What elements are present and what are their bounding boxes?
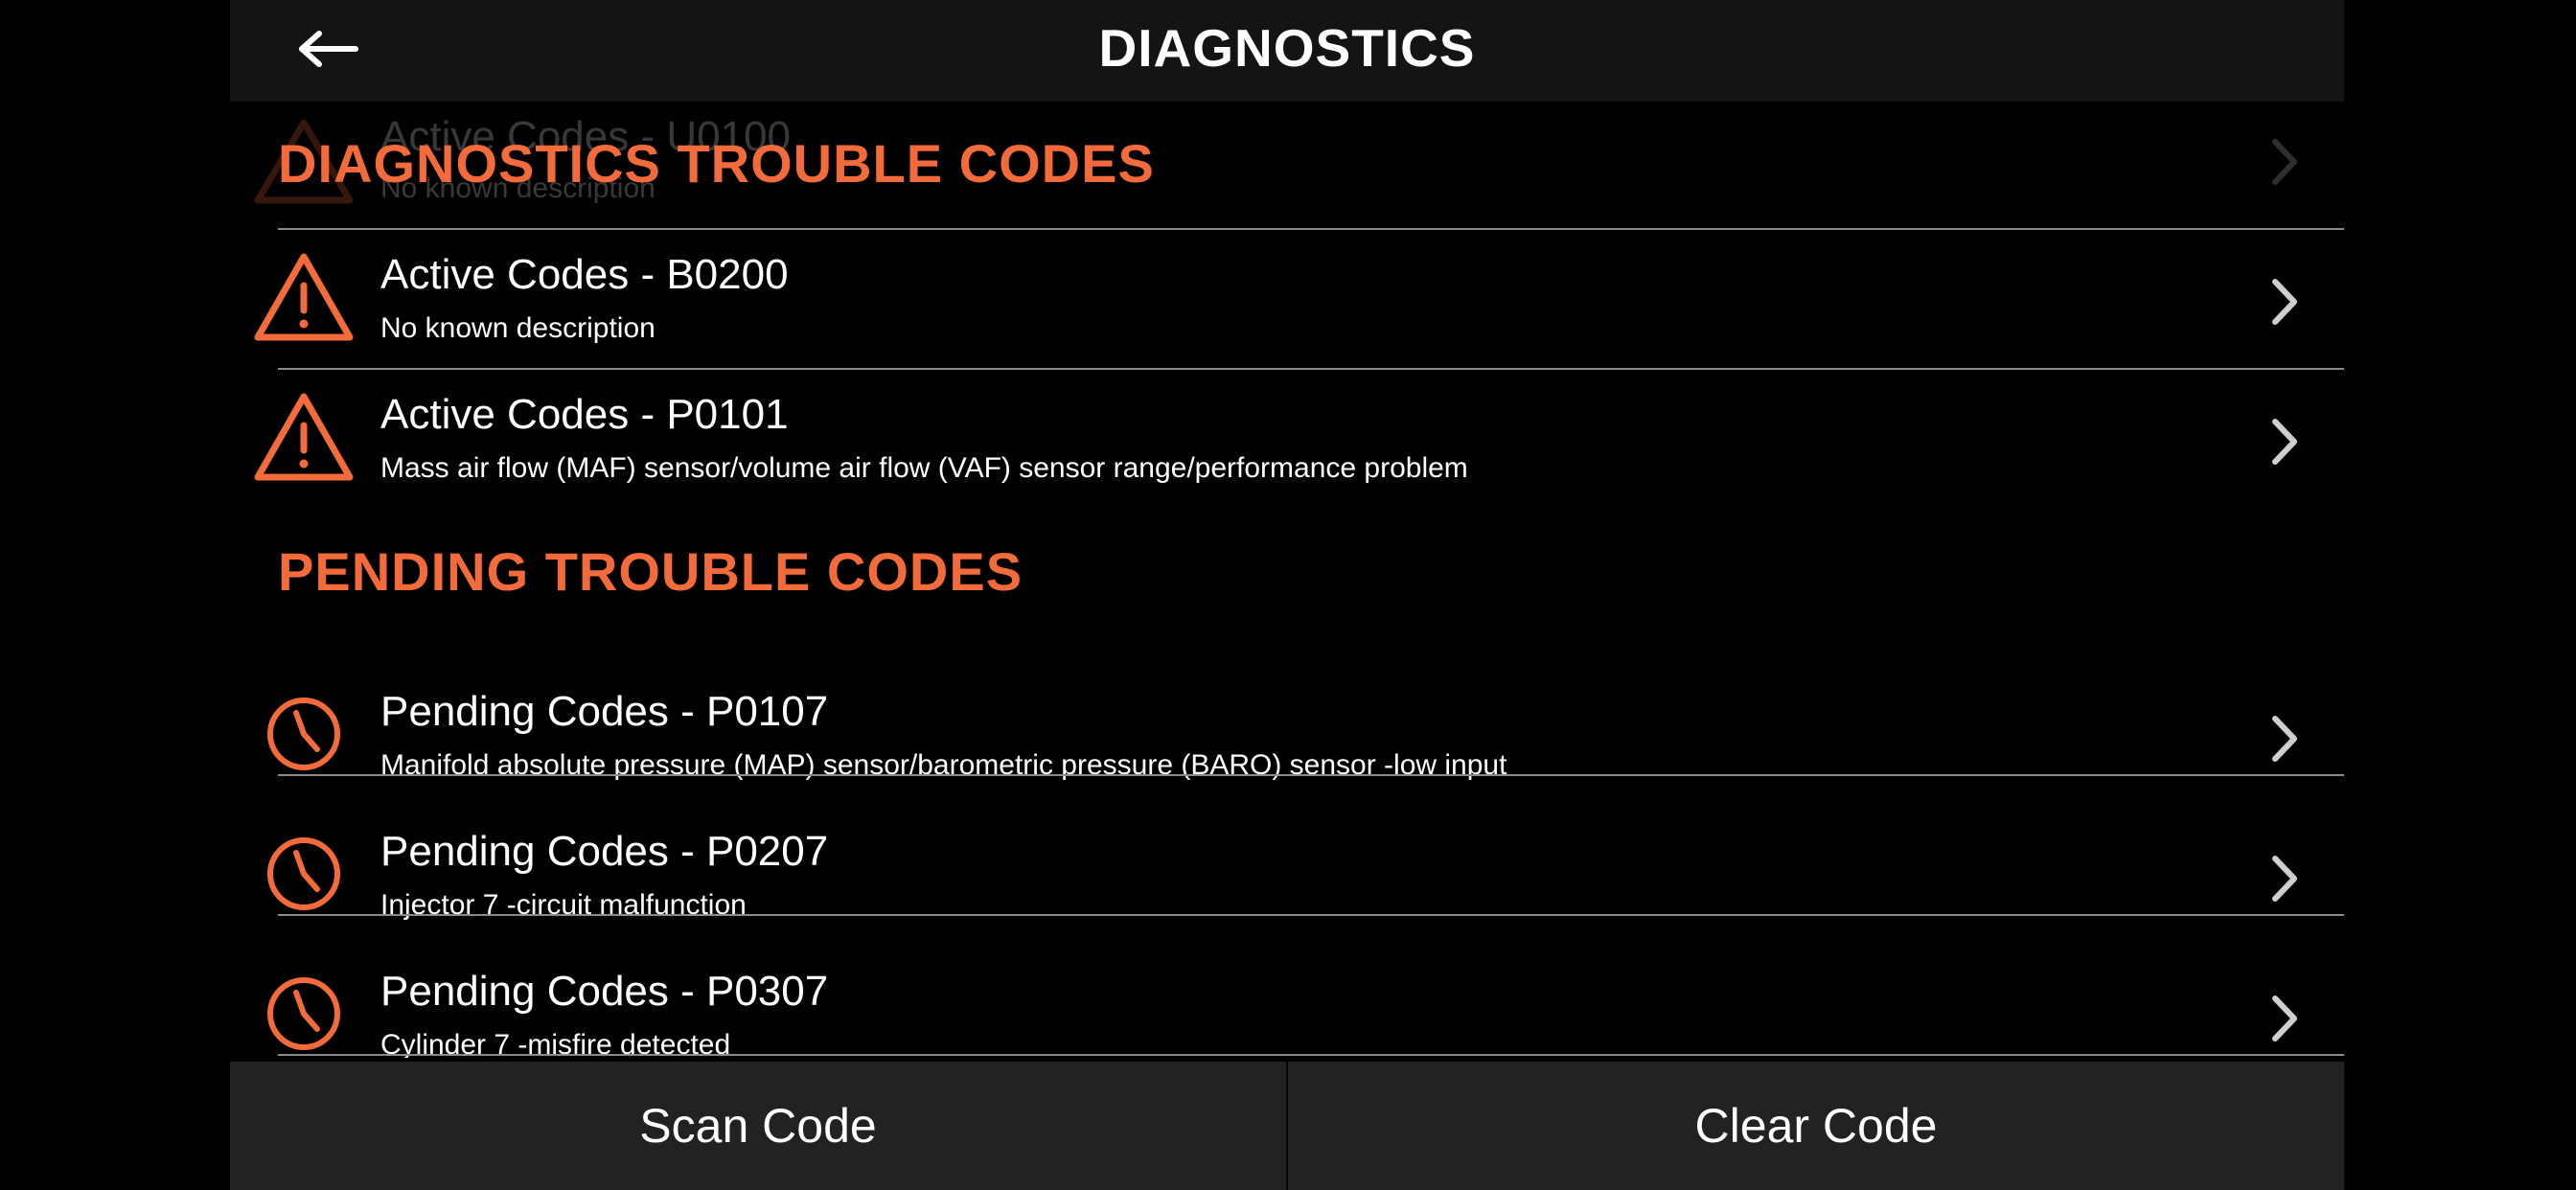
- section-title-diagnostics: DIAGNOSTICS TROUBLE CODES: [278, 133, 1155, 194]
- clock-icon: [253, 826, 355, 922]
- list-item[interactable]: Active Codes - B0200 No known descriptio…: [230, 230, 2344, 370]
- list-item[interactable]: Pending Codes - P0107 Manifold absolute …: [230, 667, 2344, 807]
- item-description: Injector 7 -circuit malfunction: [380, 889, 747, 921]
- nav-bar: DIAGNOSTICS: [230, 0, 2344, 102]
- list-item[interactable]: Active Codes - P0101 Mass air flow (MAF)…: [230, 370, 2344, 510]
- item-description: No known description: [380, 312, 656, 344]
- item-title: Active Codes - B0200: [380, 251, 789, 298]
- section-title-pending: PENDING TROUBLE CODES: [278, 541, 1024, 602]
- divider: [278, 1054, 2344, 1056]
- bottom-action-bar: Scan Code Clear Code: [230, 1062, 2344, 1190]
- warning-triangle-icon: [253, 249, 355, 345]
- chevron-right-icon: [2272, 139, 2297, 185]
- warning-triangle-icon: [253, 389, 355, 485]
- item-description: Mass air flow (MAF) sensor/volume air fl…: [380, 452, 1468, 484]
- page-title: DIAGNOSTICS: [1098, 18, 1476, 78]
- chevron-right-icon: [2272, 279, 2297, 325]
- item-title: Pending Codes - P0107: [380, 688, 829, 735]
- chevron-right-icon: [2272, 856, 2297, 902]
- clock-icon: [253, 686, 355, 782]
- list-item[interactable]: Pending Codes - P0207 Injector 7 -circui…: [230, 807, 2344, 947]
- item-title: Pending Codes - P0207: [380, 828, 829, 875]
- codes-list[interactable]: Active Codes - U0100 No known descriptio…: [230, 102, 2344, 1058]
- item-title: Active Codes - P0101: [380, 391, 789, 438]
- item-title: Pending Codes - P0307: [380, 968, 829, 1015]
- item-description: Manifold absolute pressure (MAP) sensor/…: [380, 749, 1507, 781]
- chevron-right-icon: [2272, 995, 2297, 1041]
- list-item[interactable]: Pending Codes - P0307 Cylinder 7 -misfir…: [230, 947, 2344, 1058]
- chevron-right-icon: [2272, 419, 2297, 465]
- app-screen: DIAGNOSTICS Active Codes - U0100 No know…: [230, 0, 2344, 1190]
- divider: [278, 914, 2344, 916]
- clear-code-button[interactable]: Clear Code: [1288, 1062, 2344, 1190]
- divider: [278, 774, 2344, 776]
- clock-icon: [253, 966, 355, 1058]
- chevron-right-icon: [2272, 716, 2297, 762]
- scan-code-button[interactable]: Scan Code: [230, 1062, 1286, 1190]
